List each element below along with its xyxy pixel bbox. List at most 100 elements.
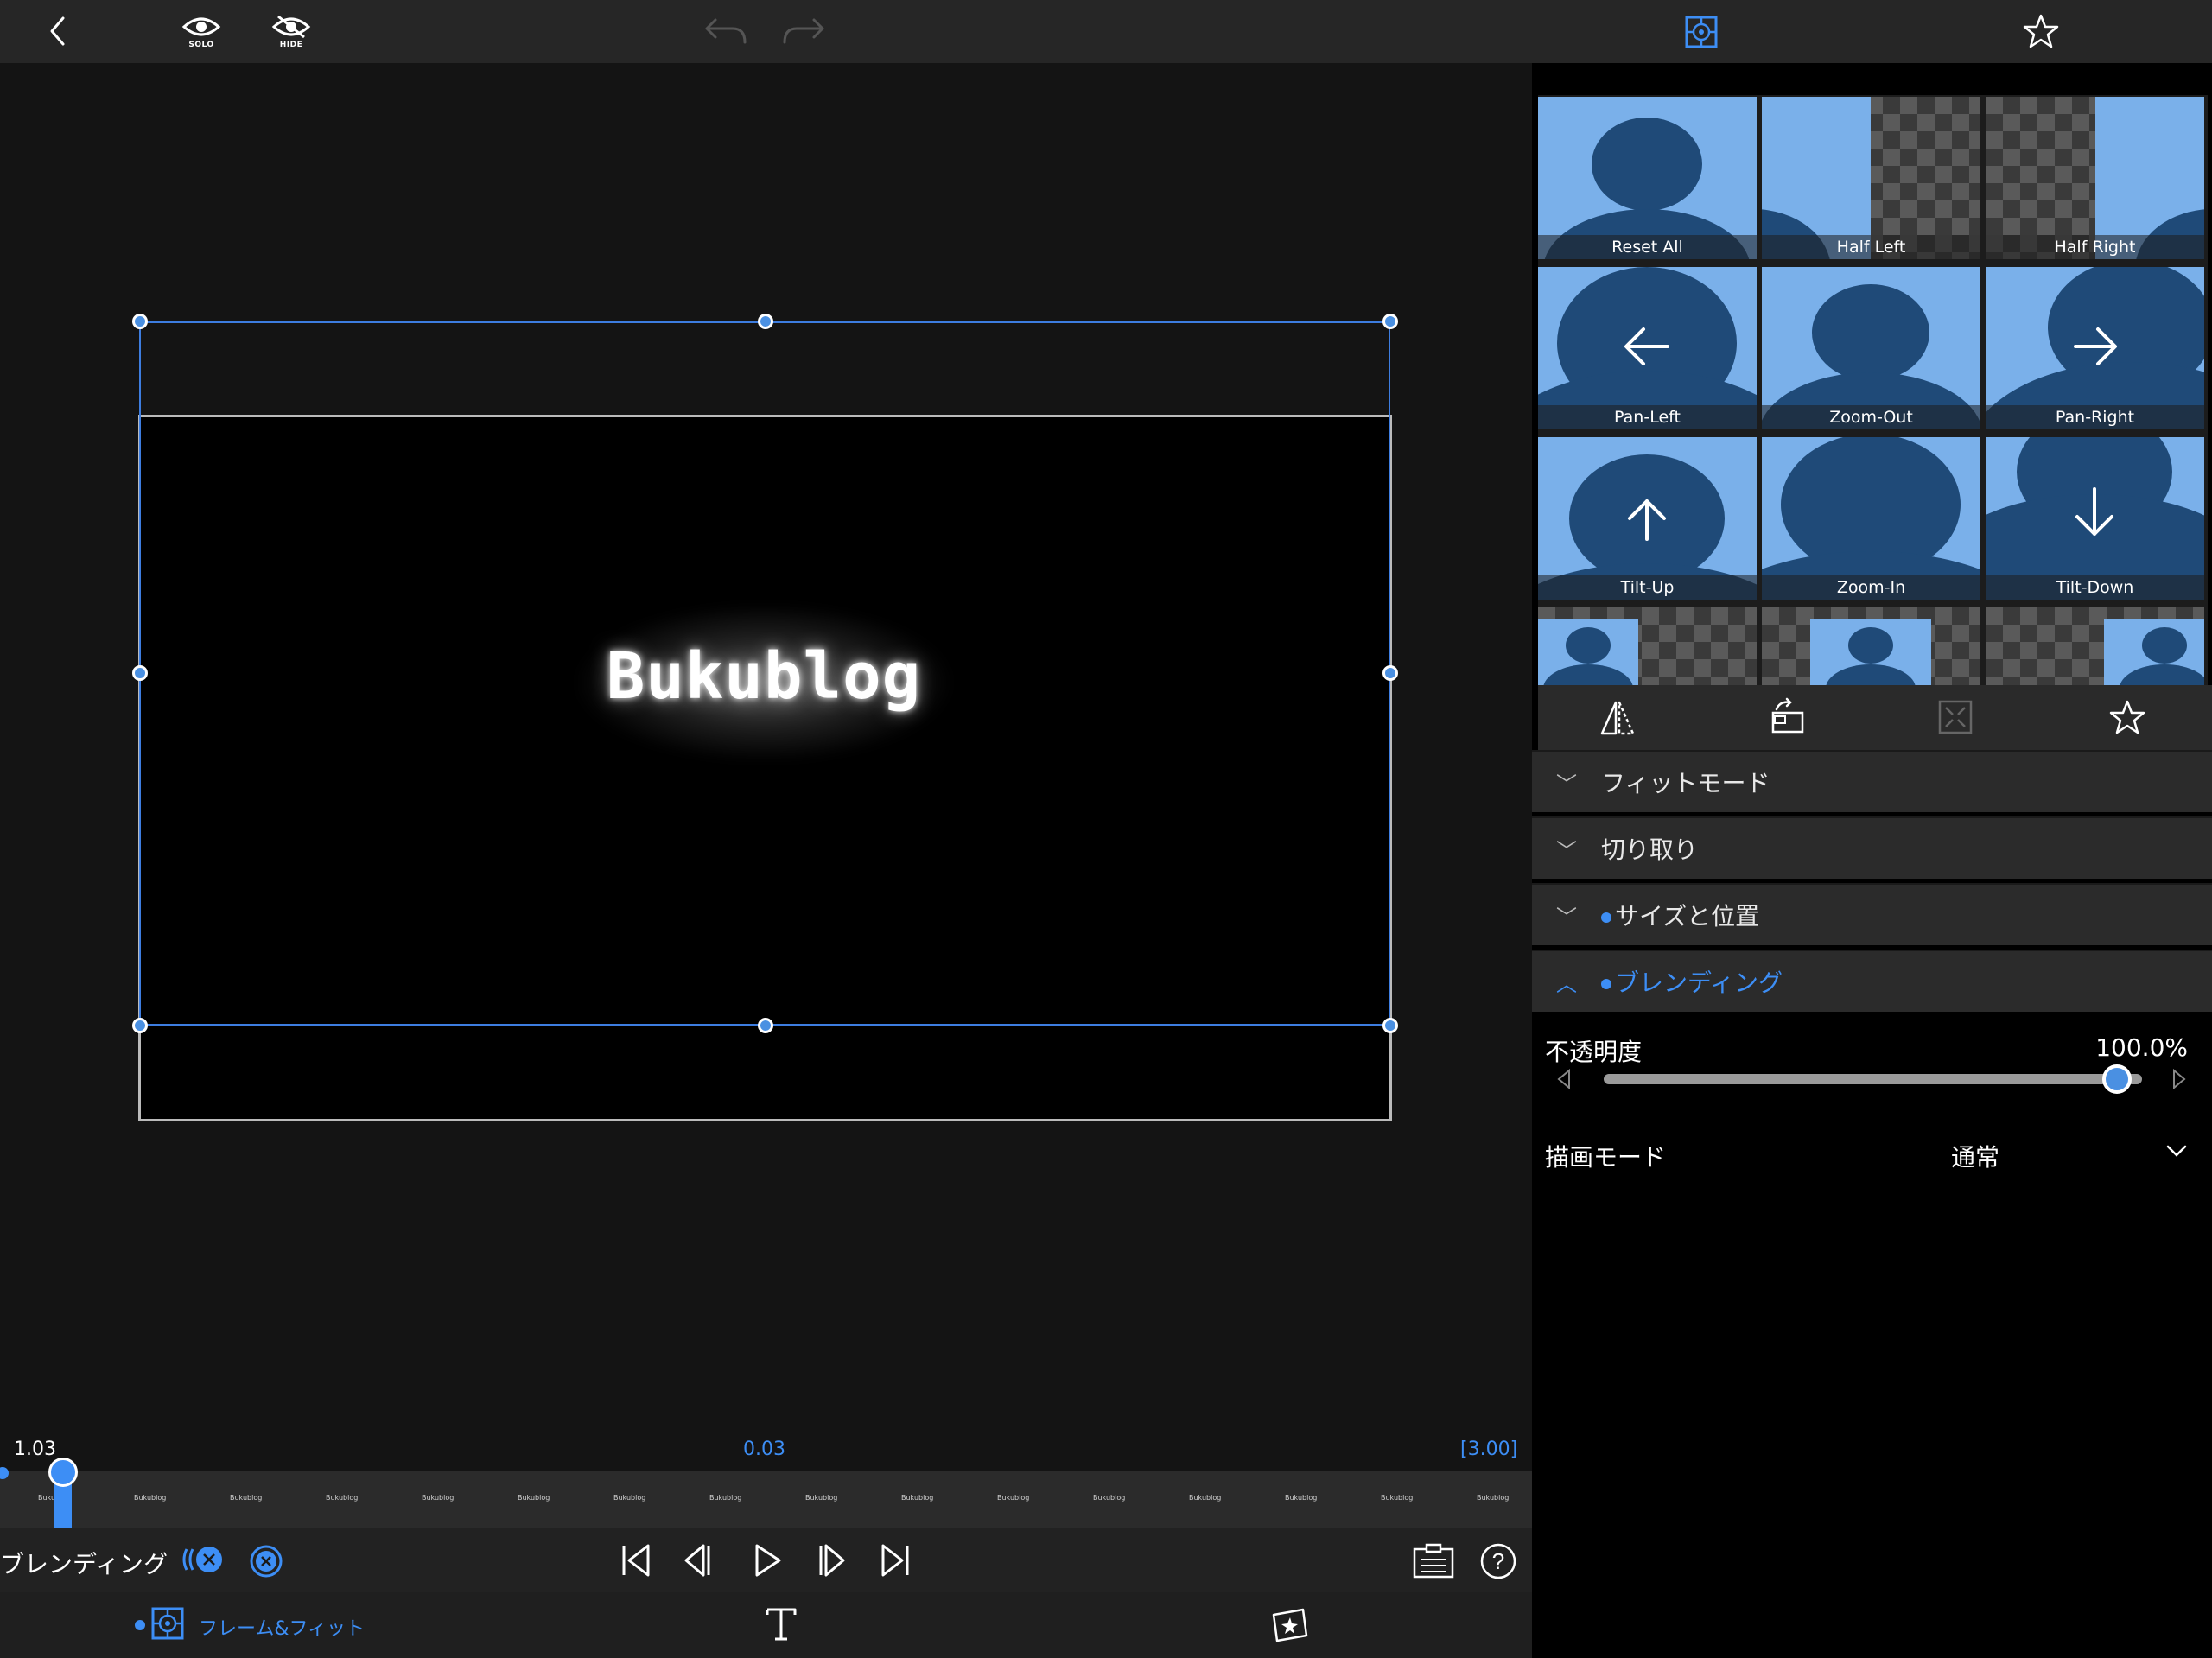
skip-to-end-icon[interactable] [878, 1542, 912, 1582]
modified-dot [1601, 912, 1611, 923]
preset-half-right[interactable]: Half Right [1986, 97, 2204, 259]
duration-label: [3.00] [1460, 1439, 1518, 1460]
opacity-slider-handle[interactable] [2102, 1064, 2132, 1094]
frame-fit-target-icon[interactable] [1683, 14, 1719, 50]
text-tool-icon[interactable] [764, 1604, 798, 1648]
chevron-down-icon: ﹀ [1556, 838, 1577, 863]
preset-label: Tilt-Up [1538, 575, 1757, 600]
opacity-value: 100.0% [2095, 1033, 2188, 1062]
preset-quarter-center[interactable] [1762, 607, 1980, 685]
resize-handle-left[interactable] [132, 665, 148, 681]
draw-mode-label: 描画モード [1545, 1143, 1667, 1172]
preset-tilt-up[interactable]: Tilt-Up [1538, 437, 1757, 600]
flip-horizontal-icon[interactable] [1599, 699, 1637, 740]
reset-keyframes-icon[interactable] [249, 1544, 283, 1582]
current-time: 1.03 [14, 1439, 56, 1460]
bottom-tab-bar: フレーム&フィット [0, 1592, 1532, 1658]
timeline-frame-label: Bukublog [230, 1494, 263, 1502]
preset-reset-all[interactable]: Reset All [1538, 97, 1757, 259]
opacity-slider-track[interactable] [1604, 1074, 2142, 1084]
svg-text:?: ? [1492, 1548, 1504, 1574]
center-time: 0.03 [743, 1439, 785, 1460]
resize-handle-top[interactable] [758, 314, 773, 329]
preset-label: Pan-Right [1986, 405, 2204, 429]
timeline-strip[interactable]: Bukublog Bukublog Bukublog Bukublog Bukublog… [0, 1471, 1532, 1528]
section-title: サイズと位置 [1615, 902, 1760, 931]
section-blending[interactable]: ︿ ブレンディング [1532, 950, 2212, 1012]
preset-half-left[interactable]: Half Left [1762, 97, 1980, 259]
preset-label: Zoom-In [1762, 575, 1980, 600]
frame-fit-tab-label[interactable]: フレーム&フィット [199, 1613, 365, 1641]
section-size-position[interactable]: ﹀ サイズと位置 [1532, 883, 2212, 945]
playhead-handle[interactable] [48, 1458, 78, 1487]
transform-action-row [1538, 685, 2212, 750]
timeline-frame-label: Bukublog [1477, 1494, 1510, 1502]
timeline-frame-label: Bukublog [422, 1494, 454, 1502]
timeline-frame-label: Bukublog [805, 1494, 838, 1502]
timeline-frame-label: Bukublog [134, 1494, 167, 1502]
eye-slash-icon [271, 15, 311, 39]
timeline-frame-label: Bukublog [518, 1494, 550, 1502]
rotate-icon[interactable] [1768, 697, 1806, 739]
selection-frame[interactable] [139, 321, 1390, 1026]
resize-handle-bottom-left[interactable] [132, 1018, 148, 1033]
chevron-down-icon[interactable] [2165, 1142, 2188, 1163]
keyframe-toggle-icon[interactable] [180, 1544, 225, 1579]
resize-handle-top-right[interactable] [1382, 314, 1398, 329]
preset-pan-right[interactable]: Pan-Right [1986, 267, 2204, 429]
chevron-down-icon: ﹀ [1556, 772, 1577, 797]
back-chevron-icon[interactable] [45, 12, 71, 50]
solo-label: SOLO [188, 41, 214, 49]
section-crop[interactable]: ﹀ 切り取り [1532, 816, 2212, 879]
section-title: フィットモード [1601, 769, 1770, 797]
timeline-frame-label: Bukublog [1381, 1494, 1414, 1502]
modified-dot [1601, 979, 1611, 989]
play-icon[interactable] [750, 1542, 785, 1582]
preset-label: Zoom-Out [1762, 405, 1980, 429]
skip-to-start-icon[interactable] [619, 1542, 653, 1582]
redo-icon[interactable] [779, 12, 828, 50]
timeline-frame-label: Bukublog [997, 1494, 1030, 1502]
draw-mode-select[interactable]: 通常 [1951, 1139, 1999, 1173]
resize-handle-right[interactable] [1382, 665, 1398, 681]
chevron-up-icon: ︿ [1556, 971, 1577, 996]
solo-button[interactable]: SOLO [177, 10, 226, 54]
timeline-frame-label: Bukublog [1093, 1494, 1126, 1502]
help-icon[interactable]: ? [1479, 1542, 1517, 1584]
frame-fit-icon[interactable] [150, 1606, 185, 1644]
transport-bar: ブレンディング ? [0, 1528, 1532, 1592]
preset-zoom-in[interactable]: Zoom-In [1762, 437, 1980, 600]
fit-frame-icon[interactable] [1937, 699, 1974, 739]
timeline-frame-label: Bukublog [613, 1494, 646, 1502]
favorite-star-icon[interactable] [2022, 12, 2060, 50]
timeline-frame-label: Bukublog [326, 1494, 359, 1502]
decrement-triangle-icon[interactable] [1555, 1068, 1573, 1094]
preset-zoom-out[interactable]: Zoom-Out [1762, 267, 1980, 429]
resize-handle-bottom[interactable] [758, 1018, 773, 1033]
opacity-label: 不透明度 [1545, 1038, 1643, 1066]
preset-pan-left[interactable]: Pan-Left [1538, 267, 1757, 429]
effects-icon[interactable] [1270, 1606, 1310, 1646]
preset-quarter-left[interactable] [1538, 607, 1757, 685]
preset-quarter-right[interactable] [1986, 607, 2204, 685]
increment-triangle-icon[interactable] [2171, 1068, 2188, 1094]
resize-handle-bottom-right[interactable] [1382, 1018, 1398, 1033]
resize-handle-top-left[interactable] [132, 314, 148, 329]
preset-label: Reset All [1538, 235, 1757, 259]
undo-icon[interactable] [702, 12, 750, 50]
timeline-frame-label: Bukublog [901, 1494, 934, 1502]
eye-icon [181, 17, 221, 36]
preset-label: Pan-Left [1538, 405, 1757, 429]
active-dot [135, 1620, 145, 1630]
timeline-frame-label: Bukublog [1189, 1494, 1222, 1502]
chevron-down-icon: ﹀ [1556, 905, 1577, 930]
hide-label: HIDE [279, 41, 303, 49]
step-forward-icon[interactable] [814, 1542, 849, 1582]
preset-tilt-down[interactable]: Tilt-Down [1986, 437, 2204, 600]
preset-star-icon[interactable] [2108, 699, 2146, 740]
step-back-icon[interactable] [681, 1542, 715, 1582]
section-title: 切り取り [1601, 835, 1699, 864]
hide-button[interactable]: HIDE [267, 10, 315, 54]
clipboard-list-icon[interactable] [1412, 1542, 1455, 1582]
section-fit-mode[interactable]: ﹀ フィットモード [1532, 750, 2212, 812]
